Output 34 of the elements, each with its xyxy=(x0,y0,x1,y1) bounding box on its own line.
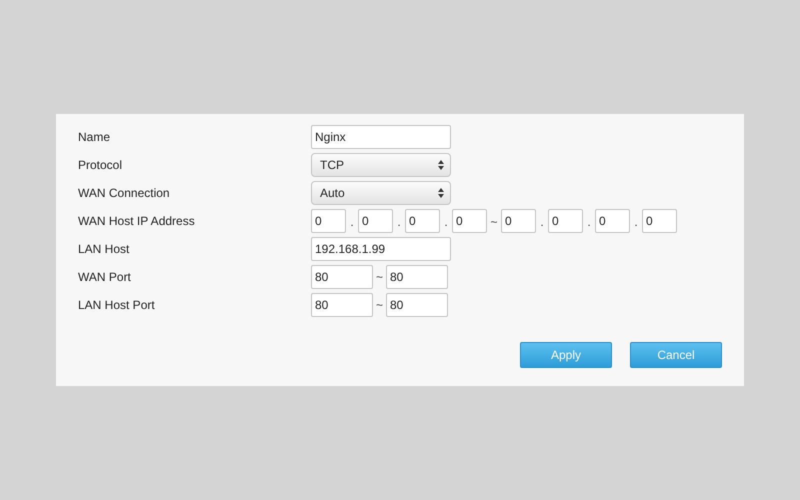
separator: ~ xyxy=(374,270,384,284)
input-field[interactable]: 80 xyxy=(311,293,373,317)
input-field[interactable]: 0 xyxy=(452,209,487,233)
input-field[interactable]: 0 xyxy=(595,209,630,233)
select-dropdown[interactable]: Auto xyxy=(311,181,451,205)
input-field[interactable]: 80 xyxy=(386,293,448,317)
input-field[interactable]: Nginx xyxy=(311,125,451,149)
field-label: LAN Host xyxy=(78,242,130,256)
input-field[interactable]: 80 xyxy=(386,265,448,289)
up-down-arrows-icon xyxy=(438,188,444,198)
field-label: WAN Port xyxy=(78,270,132,284)
input-field[interactable]: 0 xyxy=(405,209,440,233)
separator: . xyxy=(633,215,639,231)
input-field[interactable]: 192.168.1.99 xyxy=(311,237,451,261)
input-field[interactable]: 0 xyxy=(548,209,583,233)
field-label: LAN Host Port xyxy=(78,298,156,312)
up-down-arrows-icon xyxy=(438,160,444,170)
separator: . xyxy=(586,215,592,231)
separator: . xyxy=(539,215,545,231)
separator: . xyxy=(349,215,355,231)
input-field[interactable]: 0 xyxy=(358,209,393,233)
field-label: WAN Host IP Address xyxy=(78,214,196,228)
field-label: WAN Connection xyxy=(78,186,171,200)
field-label: Protocol xyxy=(78,158,124,172)
separator: . xyxy=(443,215,449,231)
input-field[interactable]: 0 xyxy=(642,209,677,233)
input-field[interactable]: 80 xyxy=(311,265,373,289)
separator: ~ xyxy=(374,298,384,312)
separator: . xyxy=(396,215,402,231)
input-field[interactable]: 0 xyxy=(501,209,536,233)
field-label: Name xyxy=(78,130,112,144)
separator: ~ xyxy=(489,215,498,231)
input-field[interactable]: 0 xyxy=(311,209,346,233)
select-dropdown[interactable]: TCP xyxy=(311,153,451,177)
